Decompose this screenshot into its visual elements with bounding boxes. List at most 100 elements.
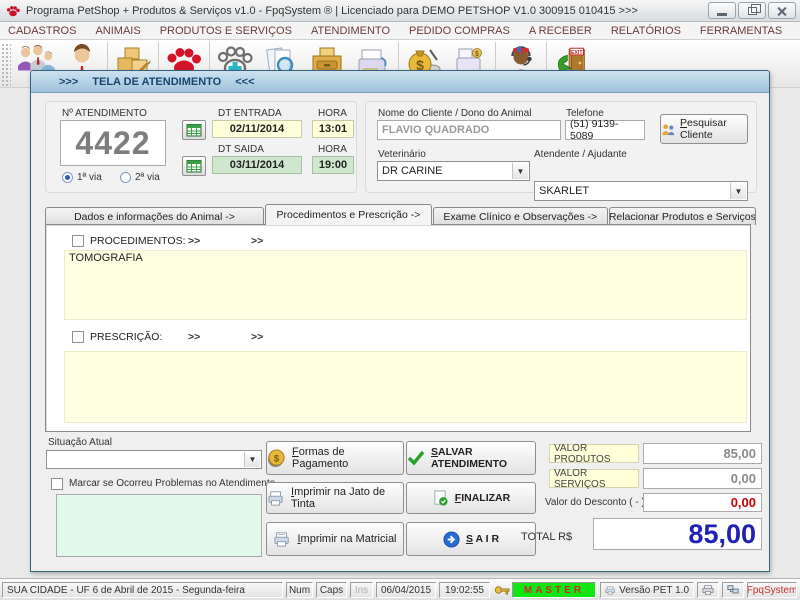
procedimentos-arrow-1[interactable]: >> (188, 235, 200, 247)
total-field[interactable]: 85,00 (593, 518, 762, 550)
procedimentos-panel: PROCEDIMENTOS: >> >> TOMOGRAFIA PRESCRIÇ… (45, 224, 751, 432)
chevron-down-icon[interactable]: ▼ (730, 183, 746, 199)
veterinario-select[interactable]: DR CARINE ▼ (377, 161, 530, 181)
valor-servicos-label: VALOR SERVIÇOS (549, 469, 639, 488)
app-title: Programa PetShop + Produtos & Serviços v… (26, 5, 638, 17)
tab-procedimentos-prescricao[interactable]: Procedimentos e Prescrição -> (265, 204, 432, 225)
document-check-icon (432, 490, 449, 507)
procedimentos-arrow-2[interactable]: >> (251, 235, 263, 247)
numero-atendimento-value[interactable]: 4422 (60, 120, 166, 166)
app-paw-icon (6, 4, 20, 18)
imprimir-matricial-label: Imprimir na Matricial (297, 533, 396, 545)
radio-segunda-via[interactable]: 2ª via (120, 172, 160, 183)
total-label: TOTAL R$ (521, 531, 572, 543)
menu-a-receber[interactable]: A RECEBER (529, 25, 592, 37)
valor-produtos-field[interactable]: 85,00 (643, 443, 762, 464)
prescricao-arrow-2[interactable]: >> (251, 331, 263, 343)
status-ins: Ins (350, 582, 373, 598)
menu-animais[interactable]: ANIMAIS (95, 25, 140, 37)
hora-saida-field[interactable]: 19:00 (312, 156, 354, 174)
procedimentos-checkbox[interactable] (72, 235, 84, 247)
restore-button[interactable] (738, 2, 766, 19)
pesquisar-cliente-label: Pesquisar Cliente (680, 117, 747, 141)
pesquisar-cliente-button[interactable]: Pesquisar Cliente (660, 114, 748, 144)
window-title: TELA DE ATENDIMENTO (92, 76, 221, 88)
printer-icon (267, 490, 285, 506)
status-bar: SUA CIDADE - UF 6 de Abril de 2015 - Seg… (0, 578, 800, 600)
toolbar-drag-handle[interactable] (1, 43, 11, 87)
status-network[interactable] (722, 582, 744, 598)
prescricao-checkbox[interactable] (72, 331, 84, 343)
dt-entrada-label: DT ENTRADA (218, 108, 282, 119)
tab-exame-clinico[interactable]: Exame Clínico e Observações -> (433, 207, 608, 225)
menu-produtos-servicos[interactable]: PRODUTOS E SERVIÇOS (160, 25, 292, 37)
formas-pagamento-button[interactable]: $ Formas de Pagamento (266, 441, 404, 475)
telefone-field[interactable]: (51) 9139-5089 (565, 120, 645, 140)
blue-arrow-icon (443, 531, 460, 548)
dt-saida-field[interactable]: 03/11/2014 (212, 156, 302, 174)
menu-relatorios[interactable]: RELATÓRIOS (611, 25, 681, 37)
sair-label: S A I R (466, 533, 499, 545)
status-brand: FpqSystem (747, 582, 797, 598)
status-caps: Caps (316, 582, 347, 598)
svg-text:$: $ (274, 453, 280, 464)
close-button[interactable] (768, 2, 796, 19)
calendario-saida-button[interactable] (182, 156, 206, 176)
sair-button[interactable]: S A I R (406, 522, 536, 556)
restore-icon (748, 7, 757, 15)
tela-atendimento-title-bar[interactable]: >>> TELA DE ATENDIMENTO <<< (31, 71, 769, 93)
chevron-down-icon[interactable]: ▼ (244, 452, 260, 467)
minimize-button[interactable] (708, 2, 736, 19)
menu-cadastros[interactable]: CADASTROS (8, 25, 76, 37)
imprimir-jato-button[interactable]: Imprimir na Jato de Tinta (266, 482, 404, 514)
procedimentos-label: PROCEDIMENTOS: (90, 235, 185, 247)
valor-servicos-field[interactable]: 0,00 (643, 468, 762, 489)
valor-desconto-label: Valor do Desconto ( - ) (545, 497, 645, 508)
minimize-icon (717, 13, 727, 16)
procedimentos-textarea[interactable]: TOMOGRAFIA (64, 250, 747, 320)
title-arrows-left: >>> (59, 76, 78, 88)
prescricao-textarea[interactable] (64, 351, 747, 423)
imprimir-matricial-button[interactable]: Imprimir na Matricial (266, 522, 404, 556)
status-time: 19:02:55 (439, 582, 490, 598)
radio-circle (120, 172, 131, 183)
radio-circle (62, 172, 73, 183)
salvar-atendimento-button[interactable]: SALVAR ATENDIMENTO (406, 441, 536, 475)
valor-desconto-field[interactable]: 0,00 (643, 493, 762, 512)
status-printer[interactable] (697, 582, 719, 598)
main-title-bar: Programa PetShop + Produtos & Serviços v… (0, 0, 800, 22)
problemas-checkbox[interactable] (51, 478, 63, 490)
tab-strip: Dados e informações do Animal -> Procedi… (45, 204, 757, 225)
menu-bar: CADASTROS ANIMAIS PRODUTOS E SERVIÇOS AT… (0, 22, 800, 40)
window-controls (708, 2, 796, 19)
calendario-entrada-button[interactable] (182, 120, 206, 140)
printer-small-icon (605, 585, 615, 596)
valor-produtos-label: VALOR PRODUTOS (549, 444, 639, 463)
tab-relacionar-produtos[interactable]: Relacionar Produtos e Serviços (609, 207, 756, 225)
status-num: Num (286, 582, 313, 598)
formas-pagamento-label: Formas de Pagamento (292, 446, 403, 470)
menu-atendimento[interactable]: ATENDIMENTO (311, 25, 390, 37)
prescricao-arrow-1[interactable]: >> (188, 331, 200, 343)
finalizar-button[interactable]: FINALIZAR (406, 482, 536, 514)
nome-cliente-field[interactable]: FLAVIO QUADRADO (377, 120, 561, 140)
status-user-badge: MASTER (512, 582, 596, 598)
hora-saida-label: HORA (318, 144, 347, 155)
menu-pedido-compras[interactable]: PEDIDO COMPRAS (409, 25, 510, 37)
cliente-group: Nome do Cliente / Dono do Animal FLAVIO … (365, 101, 757, 193)
chevron-down-icon[interactable]: ▼ (512, 163, 528, 179)
veterinario-label: Veterinário (378, 149, 426, 160)
situacao-atual-select[interactable]: ▼ (46, 450, 262, 469)
status-versao-text: Versão PET 1.0 (619, 585, 689, 596)
hora-entrada-field[interactable]: 13:01 (312, 120, 354, 138)
situacao-atual-label: Situação Atual (48, 437, 112, 448)
salvar-atendimento-label: SALVAR ATENDIMENTO (431, 446, 535, 470)
radio-primeira-via[interactable]: 1ª via (62, 172, 102, 183)
atendente-select[interactable]: SKARLET ▼ (534, 181, 748, 201)
tab-dados-animal[interactable]: Dados e informações do Animal -> (45, 207, 264, 225)
problemas-obs-textarea[interactable] (56, 494, 262, 557)
dt-entrada-field[interactable]: 02/11/2014 (212, 120, 302, 138)
numero-atendimento-label: Nº ATENDIMENTO (62, 108, 147, 119)
primeira-via-label: 1ª via (77, 172, 102, 183)
menu-ferramentas[interactable]: FERRAMENTAS (700, 25, 782, 37)
